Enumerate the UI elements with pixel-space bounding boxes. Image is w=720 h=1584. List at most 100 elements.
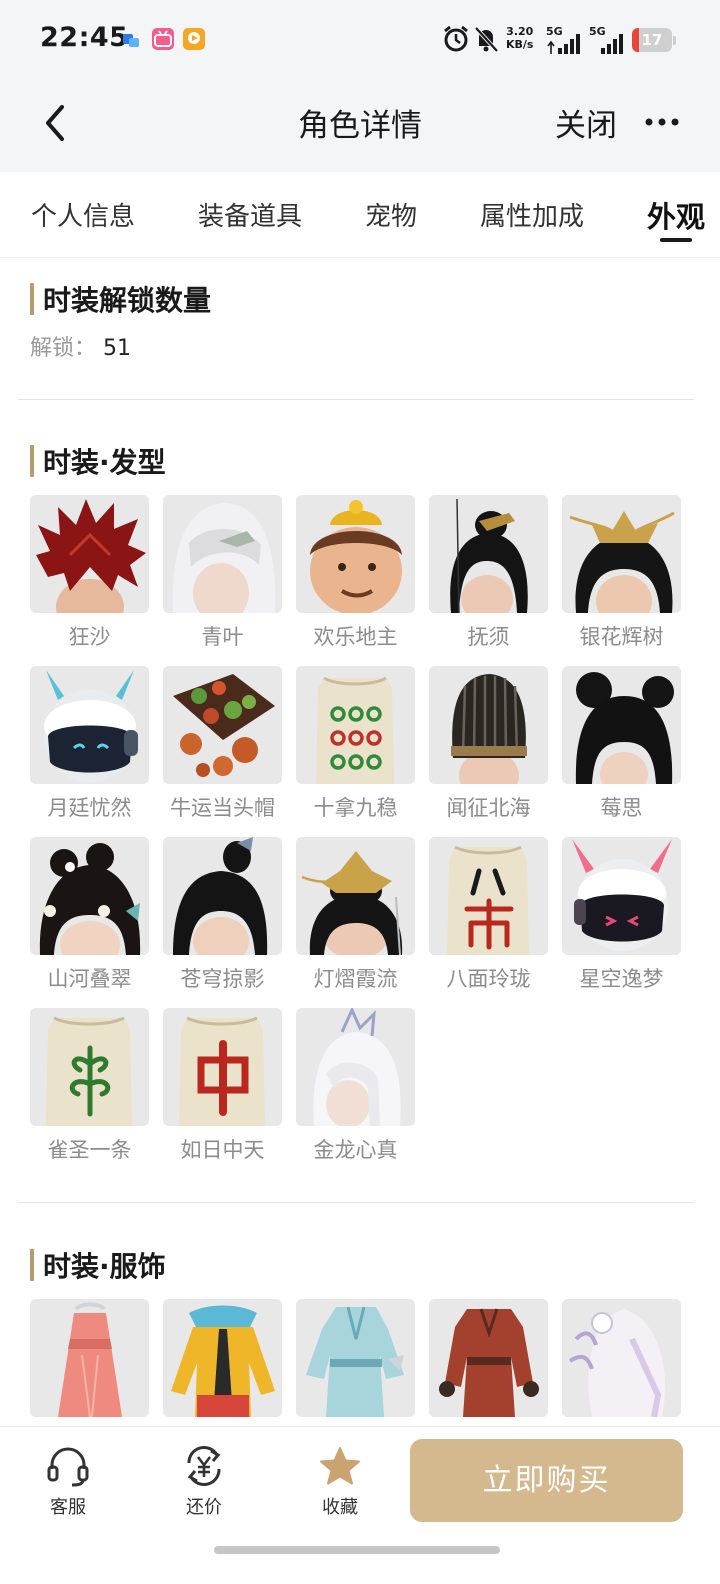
status-time: 22:45 <box>40 22 129 53</box>
hair-item-name: 闻征北海 <box>446 796 531 820</box>
app-notification-icon <box>123 34 139 47</box>
hair-item[interactable]: 雀圣一条 <box>30 1008 149 1164</box>
tab-personal-info[interactable]: 个人信息 <box>31 196 135 233</box>
hair-item[interactable]: 金龙心真 <box>296 1008 415 1164</box>
title-bar: 角色详情 关闭 <box>0 80 720 172</box>
white-gown-icon <box>562 1299 681 1417</box>
status-bar: 22:45 3.20 KB/s 5G 5G 17 <box>0 0 720 80</box>
network-speed-value: 3.20 <box>506 25 534 38</box>
spiky-red-hair-icon <box>30 495 149 613</box>
home-indicator[interactable] <box>214 1546 500 1554</box>
status-indicators: 3.20 KB/s 5G 5G 17 <box>442 24 682 56</box>
costume-section-header: 时装·服饰 <box>30 1245 166 1285</box>
battery-level: 17 <box>641 31 663 49</box>
costume-item[interactable] <box>562 1299 681 1417</box>
hair-item[interactable]: 八面玲珑 <box>429 837 548 993</box>
mahjong-sack-wan-icon <box>429 837 548 955</box>
unlock-section-header: 时装解锁数量 <box>30 279 211 319</box>
hair-item[interactable]: 灯熠霞流 <box>296 837 415 993</box>
hair-item-name: 灯熠霞流 <box>313 967 398 991</box>
network-speed: 3.20 KB/s <box>506 25 533 51</box>
silver-hair-icon <box>163 495 282 613</box>
signal-icon <box>547 34 580 54</box>
star-icon <box>320 1447 360 1485</box>
hair-item[interactable]: 莓思 <box>562 666 681 822</box>
white-long-hair-icon <box>296 1008 415 1126</box>
costume-item[interactable] <box>30 1299 149 1417</box>
section-accent-bar <box>30 283 34 315</box>
black-buns-hair-icon <box>562 666 681 784</box>
hair-item[interactable]: 山河叠翠 <box>30 837 149 993</box>
hair-item[interactable]: 银花辉树 <box>562 495 681 651</box>
buy-now-button[interactable]: 立即购买 <box>410 1439 683 1522</box>
battery-icon: 17 <box>632 28 672 52</box>
section-accent-bar <box>30 1249 34 1281</box>
hair-item[interactable]: 星空逸梦 <box>562 837 681 993</box>
hair-item-name: 青叶 <box>201 625 244 649</box>
favorite-button[interactable]: 收藏 <box>300 1445 380 1519</box>
bilibili-icon <box>152 28 174 50</box>
costume-item[interactable] <box>163 1299 282 1417</box>
unlock-count: 51 <box>103 336 132 361</box>
close-button[interactable]: 关闭 <box>555 100 617 145</box>
unlock-section-title: 时装解锁数量 <box>43 284 212 317</box>
mute-icon <box>474 26 499 53</box>
hair-item[interactable]: 抚须 <box>429 495 548 651</box>
customer-service-label: 客服 <box>50 1497 86 1518</box>
official-hat-icon <box>429 666 548 784</box>
phoenix-crown-icon <box>296 837 415 955</box>
hair-item-name: 狂沙 <box>68 625 111 649</box>
visor-helmet-icon <box>30 666 149 784</box>
hair-item-name: 莓思 <box>600 796 643 820</box>
tab-equipment[interactable]: 装备道具 <box>198 196 302 233</box>
pink-visor-helmet-icon <box>562 837 681 955</box>
network-speed-unit: KB/s <box>506 38 534 51</box>
unlock-count-row: 解锁： 51 <box>30 330 131 362</box>
more-button[interactable] <box>640 108 684 136</box>
section-accent-bar <box>30 445 34 477</box>
hair-item[interactable]: 苍穹掠影 <box>163 837 282 993</box>
hair-item-name: 抚须 <box>467 625 510 649</box>
hair-item[interactable]: 十拿九稳 <box>296 666 415 822</box>
costume-item[interactable] <box>429 1299 548 1417</box>
hair-item[interactable]: 如日中天 <box>163 1008 282 1164</box>
hair-item[interactable]: 月廷忧然 <box>30 666 149 822</box>
more-dots-icon <box>645 118 679 126</box>
hair-item-name: 星空逸梦 <box>579 967 664 991</box>
divider <box>18 1202 694 1203</box>
red-armor-icon <box>429 1299 548 1417</box>
hair-item-name: 金龙心真 <box>313 1138 398 1162</box>
black-bun-hair-icon <box>163 837 282 955</box>
flower-buns-hair-icon <box>30 837 149 955</box>
bargain-button[interactable]: 还价 <box>164 1445 244 1519</box>
hair-item-name: 月廷忧然 <box>47 796 132 820</box>
blue-robe-icon <box>296 1299 415 1417</box>
customer-service-button[interactable]: 客服 <box>28 1445 108 1519</box>
hair-item-name: 雀圣一条 <box>47 1138 132 1162</box>
hair-item-name: 牛运当头帽 <box>170 796 275 820</box>
hair-item[interactable]: 青叶 <box>163 495 282 651</box>
hair-item[interactable]: 牛运当头帽 <box>163 666 282 822</box>
tab-attributes[interactable]: 属性加成 <box>480 196 584 233</box>
landlord-hat-icon <box>296 495 415 613</box>
tab-pets[interactable]: 宠物 <box>365 196 417 233</box>
hair-item[interactable]: 狂沙 <box>30 495 149 651</box>
hair-item-name: 如日中天 <box>180 1138 265 1162</box>
gold-crown-hair-icon <box>562 495 681 613</box>
alarm-icon <box>444 25 468 52</box>
hair-item[interactable]: 欢乐地主 <box>296 495 415 651</box>
mahjong-sack-icon <box>296 666 415 784</box>
hair-item-name: 山河叠翠 <box>47 967 132 991</box>
costume-section-title: 时装·服饰 <box>43 1250 166 1283</box>
hair-item[interactable]: 闻征北海 <box>429 666 548 822</box>
costume-item[interactable] <box>296 1299 415 1417</box>
hair-section-title: 时装·发型 <box>43 446 166 479</box>
headset-icon <box>47 1447 89 1487</box>
tab-appearance[interactable]: 外观 <box>647 194 705 236</box>
pink-dress-icon <box>30 1299 149 1417</box>
hair-item-name: 欢乐地主 <box>313 625 398 649</box>
favorite-label: 收藏 <box>322 1497 358 1518</box>
yellow-outfit-icon <box>163 1299 282 1417</box>
bottom-action-bar: 客服 还价 收藏 立即购买 <box>0 1426 720 1584</box>
battery-tip <box>673 36 676 45</box>
